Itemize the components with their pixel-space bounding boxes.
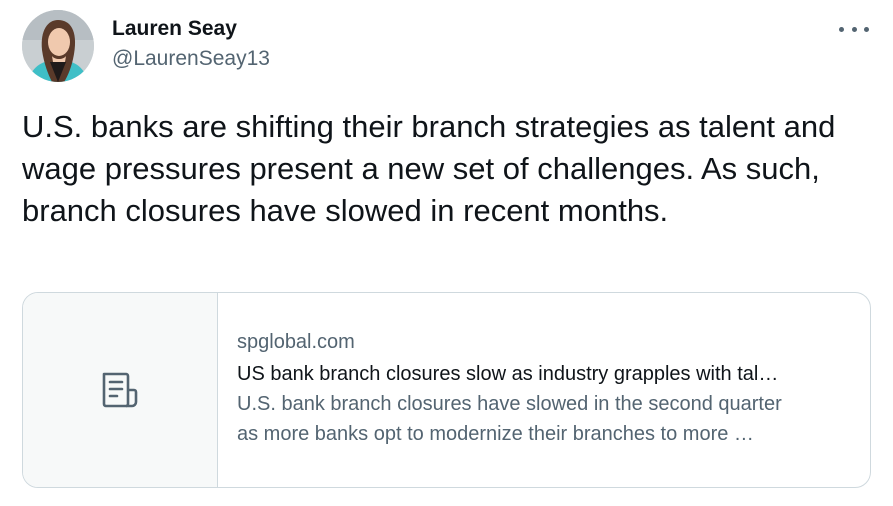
author-block: Lauren Seay @LaurenSeay13	[112, 16, 270, 72]
link-card-description-line: U.S. bank branch closures have slowed in…	[237, 393, 782, 415]
more-icon	[839, 26, 844, 32]
link-card[interactable]: spglobal.com US bank branch closures slo…	[22, 292, 871, 488]
more-options-button[interactable]	[839, 20, 869, 38]
link-card-description: U.S. bank branch closures have slowed in…	[237, 389, 857, 449]
link-card-domain: spglobal.com	[237, 331, 355, 353]
more-icon-dot	[851, 26, 857, 32]
author-handle[interactable]: @LaurenSeay13	[112, 46, 270, 72]
link-card-body: spglobal.com US bank branch closures slo…	[218, 293, 870, 487]
avatar[interactable]	[22, 10, 94, 82]
tweet: Lauren Seay @LaurenSeay13 U.S. banks are…	[0, 0, 893, 506]
link-card-title: US bank branch closures slow as industry…	[237, 363, 779, 385]
link-card-thumbnail	[23, 293, 218, 487]
more-icon-dot	[864, 26, 869, 32]
author-name[interactable]: Lauren Seay	[112, 16, 270, 42]
tweet-text: U.S. banks are shifting their branch str…	[22, 109, 836, 228]
link-card-description-line: as more banks opt to modernize their bra…	[237, 423, 754, 445]
article-icon	[102, 372, 138, 408]
avatar-image	[22, 10, 94, 82]
